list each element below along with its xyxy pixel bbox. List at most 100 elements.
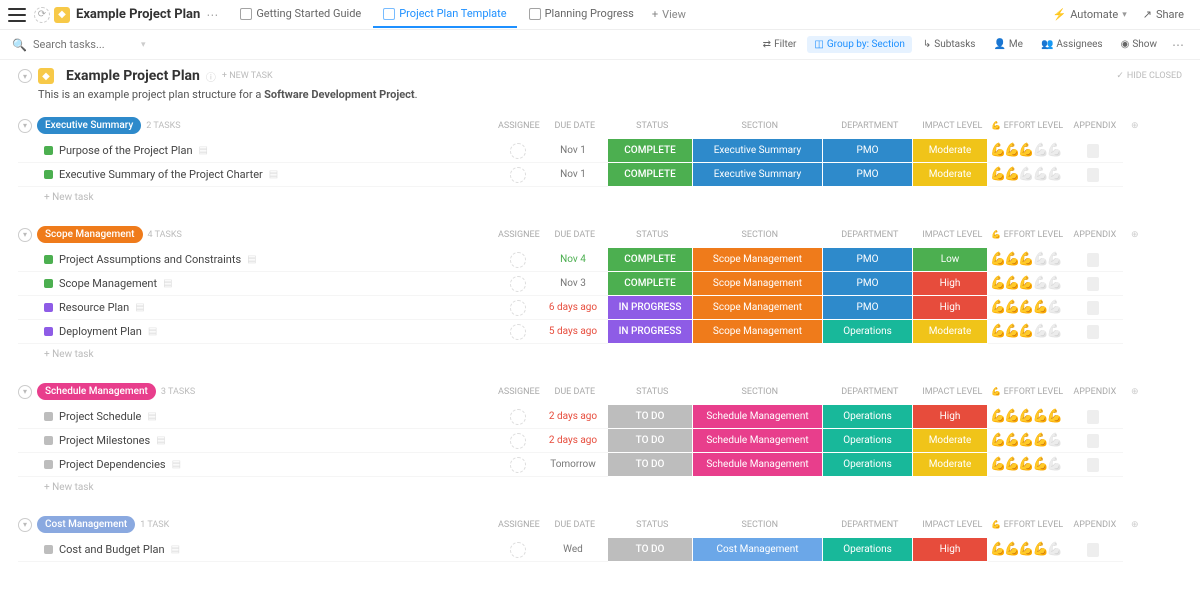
section-cell[interactable]: Scope Management [693,296,823,320]
impact-cell[interactable]: High [913,538,988,562]
due-date-cell[interactable]: Tomorrow [538,453,608,477]
due-date-cell[interactable]: Nov 3 [538,272,608,296]
effort-cell[interactable]: 💪💪💪💪💪 [988,163,1063,187]
assignees-button[interactable]: 👥Assignees [1034,36,1110,53]
assignee-placeholder[interactable] [510,542,526,558]
task-name[interactable]: Cost and Budget Plan [59,543,165,556]
file-icon[interactable] [1087,434,1099,448]
file-icon[interactable] [1087,410,1099,424]
new-task-row[interactable]: + New task [18,344,1182,365]
task-name[interactable]: Scope Management [59,277,157,290]
department-cell[interactable]: PMO [823,272,913,296]
show-button[interactable]: ◉Show [1114,36,1164,53]
task-name[interactable]: Purpose of the Project Plan [59,144,193,157]
due-date-cell[interactable]: Wed [538,538,608,562]
status-dot[interactable] [44,412,53,421]
search-input[interactable] [33,38,133,51]
status-cell[interactable]: IN PROGRESS [608,296,693,320]
tab[interactable]: Planning Progress [519,1,644,28]
search-icon[interactable]: 🔍 [12,38,27,52]
effort-cell[interactable]: 💪💪💪💪💪 [988,272,1063,296]
chevron-down-icon[interactable]: ▾ [141,40,146,50]
department-cell[interactable]: Operations [823,405,913,429]
doc-icon[interactable]: ▤ [269,169,278,180]
effort-cell[interactable]: 💪💪💪💪💪 [988,453,1063,477]
status-cell[interactable]: TO DO [608,429,693,453]
impact-cell[interactable]: High [913,272,988,296]
section-cell[interactable]: Executive Summary [693,139,823,163]
effort-cell[interactable]: 💪💪💪💪💪 [988,405,1063,429]
effort-cell[interactable]: 💪💪💪💪💪 [988,248,1063,272]
status-cell[interactable]: IN PROGRESS [608,320,693,344]
department-cell[interactable]: Operations [823,429,913,453]
tab[interactable]: Getting Started Guide [230,1,371,28]
doc-icon[interactable]: ▤ [148,326,157,337]
assignee-placeholder[interactable] [510,143,526,159]
status-cell[interactable]: TO DO [608,453,693,477]
department-cell[interactable]: PMO [823,163,913,187]
project-title[interactable]: Example Project Plan [76,7,200,22]
assignee-placeholder[interactable] [510,252,526,268]
info-icon[interactable]: ⓘ [206,69,216,84]
assignee-placeholder[interactable] [510,324,526,340]
assignee-placeholder[interactable] [510,167,526,183]
add-column-icon[interactable]: ⊕ [1125,387,1145,397]
group-by-button[interactable]: ◫Group by: Section [807,36,911,53]
hide-closed-button[interactable]: ✓HIDE CLOSED [1116,71,1182,81]
status-dot[interactable] [44,436,53,445]
collapse-group-icon[interactable]: ▾ [18,385,32,399]
status-cell[interactable]: TO DO [608,405,693,429]
department-cell[interactable]: PMO [823,296,913,320]
section-cell[interactable]: Cost Management [693,538,823,562]
task-name[interactable]: Project Dependencies [59,458,166,471]
impact-cell[interactable]: High [913,296,988,320]
effort-cell[interactable]: 💪💪💪💪💪 [988,320,1063,344]
automate-button[interactable]: ⚡ Automate ▾ [1044,4,1134,25]
impact-cell[interactable]: Moderate [913,320,988,344]
add-column-icon[interactable]: ⊕ [1125,230,1145,240]
file-icon[interactable] [1087,144,1099,158]
assignee-placeholder[interactable] [510,433,526,449]
doc-icon[interactable]: ▤ [147,411,156,422]
assignee-placeholder[interactable] [510,457,526,473]
group-badge[interactable]: Executive Summary [37,117,141,134]
doc-icon[interactable]: ▤ [172,459,181,470]
effort-cell[interactable]: 💪💪💪💪💪 [988,296,1063,320]
group-badge[interactable]: Scope Management [37,226,143,243]
new-task-button[interactable]: + NEW TASK [222,71,273,81]
assignee-placeholder[interactable] [510,300,526,316]
doc-icon[interactable]: ▤ [171,544,180,555]
task-name[interactable]: Deployment Plan [59,325,142,338]
file-icon[interactable] [1087,325,1099,339]
doc-icon[interactable]: ▤ [247,254,256,265]
collapse-all-icon[interactable]: ▾ [18,69,32,83]
task-name[interactable]: Executive Summary of the Project Charter [59,168,263,181]
status-cell[interactable]: TO DO [608,538,693,562]
file-icon[interactable] [1087,168,1099,182]
task-name[interactable]: Project Schedule [59,410,141,423]
assignee-placeholder[interactable] [510,276,526,292]
share-button[interactable]: ↗ Share [1135,4,1192,25]
department-cell[interactable]: Operations [823,320,913,344]
impact-cell[interactable]: Moderate [913,453,988,477]
status-dot[interactable] [44,460,53,469]
department-cell[interactable]: PMO [823,139,913,163]
assignee-placeholder[interactable] [510,409,526,425]
due-date-cell[interactable]: Nov 1 [538,163,608,187]
department-cell[interactable]: Operations [823,538,913,562]
doc-icon[interactable]: ▤ [135,302,144,313]
due-date-cell[interactable]: Nov 4 [538,248,608,272]
department-cell[interactable]: Operations [823,453,913,477]
hamburger-icon[interactable] [8,8,26,22]
collapse-group-icon[interactable]: ▾ [18,228,32,242]
status-dot[interactable] [44,170,53,179]
effort-cell[interactable]: 💪💪💪💪💪 [988,139,1063,163]
effort-cell[interactable]: 💪💪💪💪💪 [988,538,1063,562]
add-column-icon[interactable]: ⊕ [1125,520,1145,530]
new-task-row[interactable]: + New task [18,477,1182,498]
file-icon[interactable] [1087,301,1099,315]
group-badge[interactable]: Cost Management [37,516,135,533]
file-icon[interactable] [1087,458,1099,472]
add-column-icon[interactable]: ⊕ [1125,121,1145,131]
impact-cell[interactable]: Moderate [913,429,988,453]
